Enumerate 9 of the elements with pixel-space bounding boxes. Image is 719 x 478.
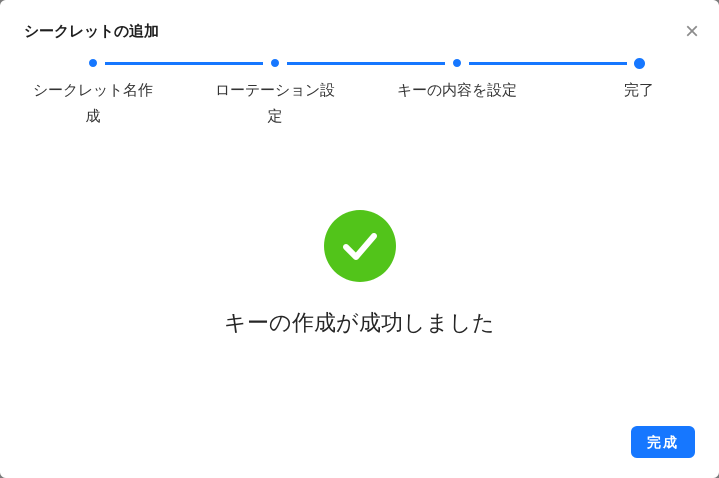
success-check-icon <box>324 210 396 282</box>
step-label: キーの内容を設定 <box>397 81 517 101</box>
step-label: シークレット名作成 <box>32 81 154 127</box>
step-label: ローテーション設定 <box>214 81 336 127</box>
close-button[interactable]: × <box>684 20 699 44</box>
dialog-title: シークレットの追加 <box>24 22 159 42</box>
step-label: 完了 <box>624 81 654 101</box>
success-message: キーの作成が成功しました <box>224 309 495 337</box>
done-button[interactable]: 完成 <box>631 426 695 458</box>
